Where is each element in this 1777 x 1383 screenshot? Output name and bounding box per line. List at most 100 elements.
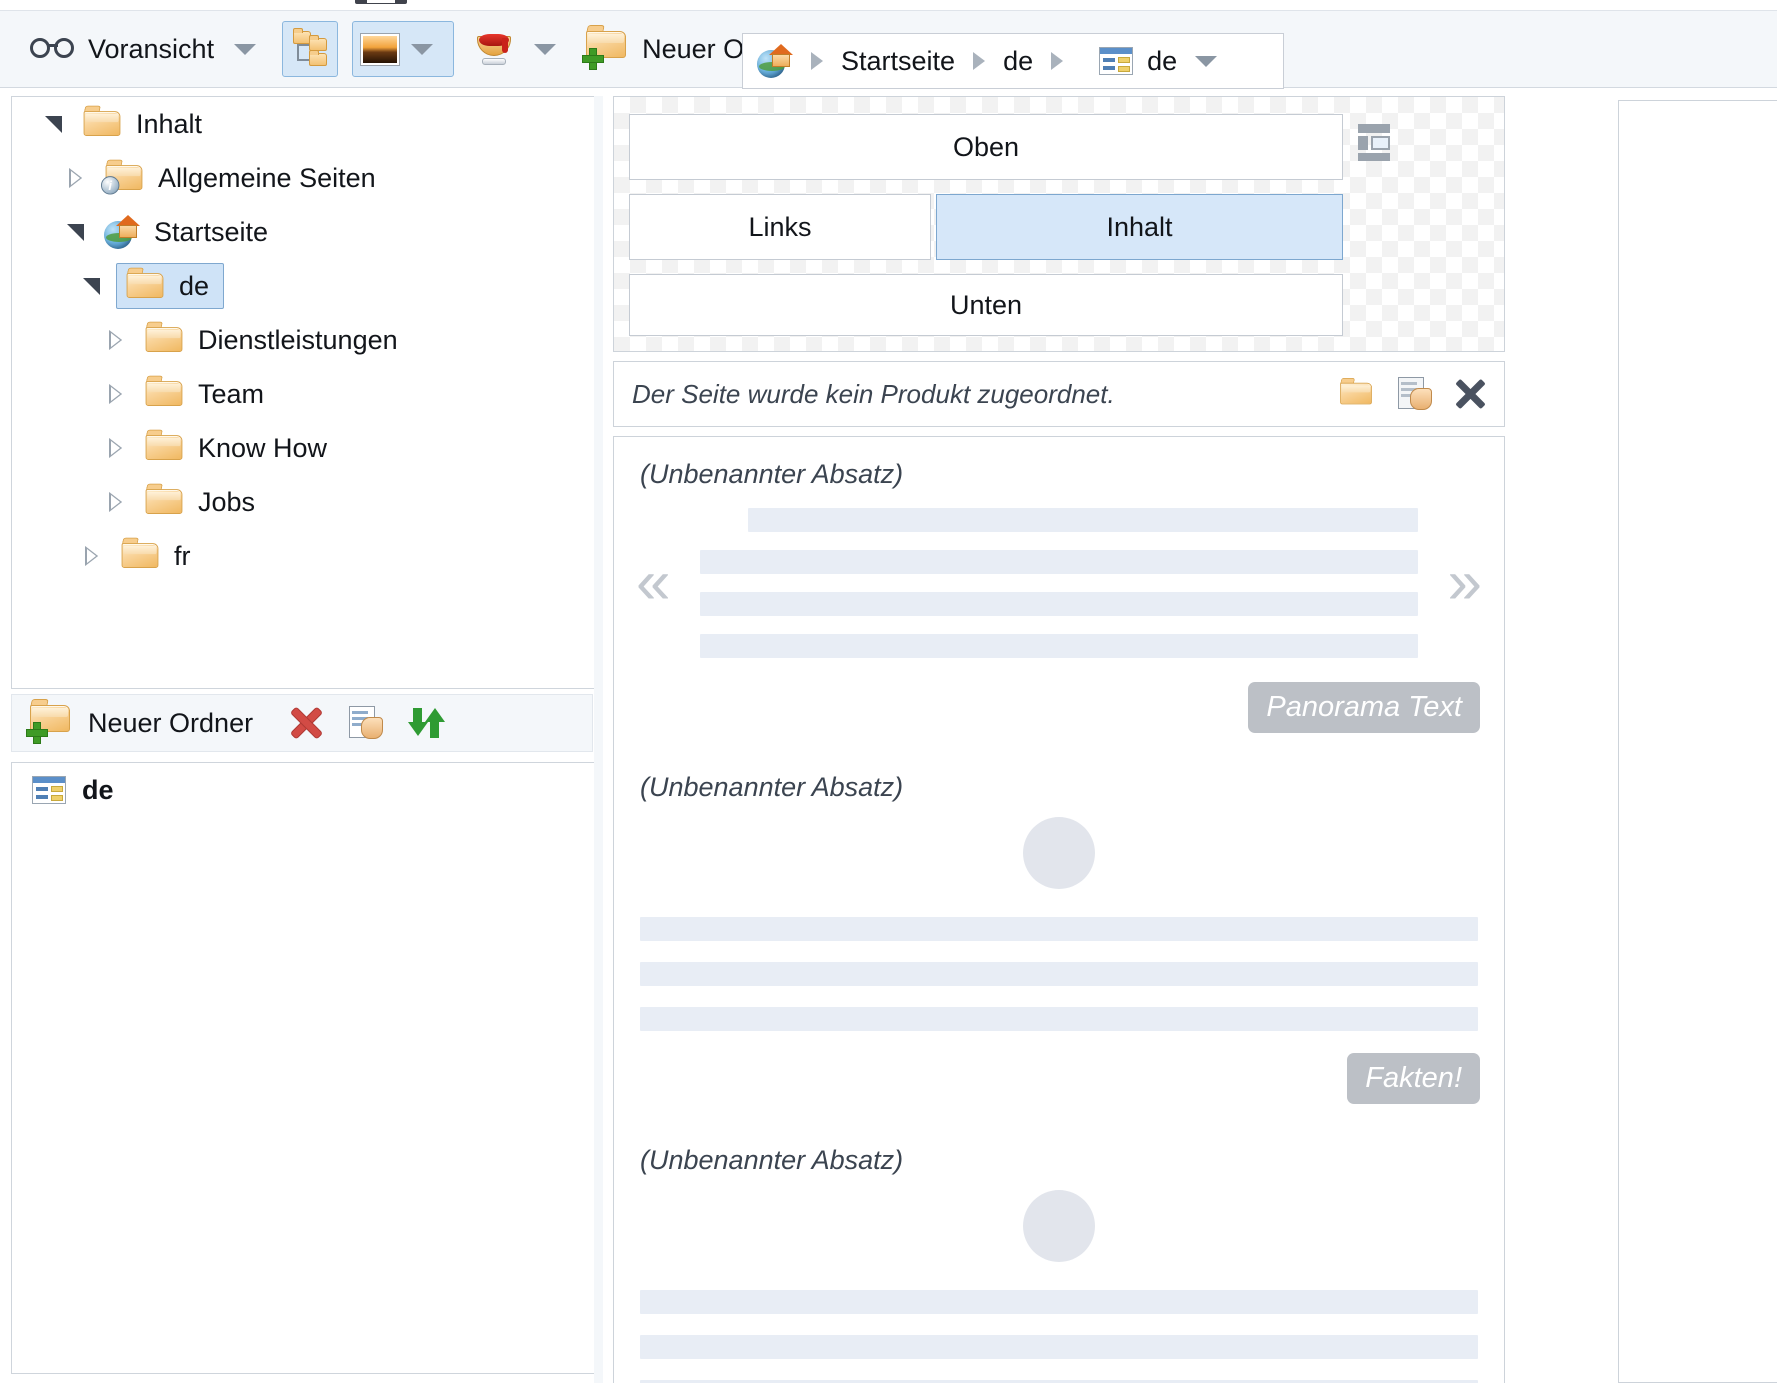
preview-button[interactable]: Voransicht — [24, 20, 220, 78]
paragraph-block[interactable]: (Unbenannter Absatz) « » Panorama Text — [614, 437, 1504, 750]
tree-node-allgemeine-seiten[interactable]: i Allgemeine Seiten — [12, 151, 594, 205]
expander-expanded-icon[interactable] — [60, 217, 90, 247]
tree-node-de[interactable]: de — [12, 259, 594, 313]
layout-region-label: Unten — [949, 289, 1023, 320]
cms-page-editor-window: Voransicht Neuer Ordner Startseite de de… — [0, 0, 1777, 1383]
delete-x-icon[interactable] — [1454, 378, 1486, 410]
tree-node-label: Jobs — [198, 486, 256, 517]
expander-collapsed-icon[interactable] — [100, 487, 130, 517]
picture-icon — [361, 33, 400, 65]
main-toolbar: Voransicht Neuer Ordner Startseite de de — [0, 10, 1777, 89]
info-badge-icon: i — [101, 176, 120, 195]
tree-node-label: fr — [174, 540, 191, 571]
tree-node-selected-highlight[interactable]: de — [116, 263, 225, 309]
breadcrumb-separator-icon — [811, 52, 823, 70]
layout-region-unten[interactable]: Unten — [629, 274, 1343, 336]
edit-touch-icon[interactable] — [349, 706, 384, 740]
tree-node-label: de — [179, 270, 210, 301]
layout-region-inhalt[interactable]: Inhalt — [936, 194, 1343, 260]
skeleton-line — [700, 550, 1418, 574]
tree-node-team[interactable]: Team — [12, 367, 594, 421]
skeleton-lines — [614, 1290, 1504, 1383]
product-message: Der Seite wurde kein Produkt zugeordnet. — [632, 378, 1115, 409]
tree-node-inhalt[interactable]: Inhalt — [12, 97, 594, 151]
tree-node-jobs[interactable]: Jobs — [12, 475, 594, 529]
skeleton-line — [700, 592, 1418, 616]
chevron-double-left-icon[interactable]: « — [636, 552, 670, 614]
expander-expanded-icon[interactable] — [38, 109, 68, 139]
breadcrumb-separator-icon — [1051, 52, 1064, 70]
expander-expanded-icon[interactable] — [76, 271, 106, 301]
delete-x-icon[interactable] — [289, 706, 323, 740]
tree-node-startseite[interactable]: Startseite — [12, 205, 594, 259]
list-item-label: de — [82, 774, 114, 805]
tree-node-label: Know How — [198, 432, 328, 463]
expander-collapsed-icon[interactable] — [100, 325, 130, 355]
breadcrumb-separator-icon — [973, 52, 986, 70]
mini-new-folder-label[interactable]: Neuer Ordner — [88, 708, 253, 739]
preview-dropdown-caret-icon[interactable] — [234, 43, 257, 55]
breadcrumb[interactable]: Startseite de de — [742, 33, 1284, 89]
sort-arrows-icon[interactable] — [407, 706, 446, 740]
layout-region-oben[interactable]: Oben — [629, 114, 1343, 180]
sitemap-icon — [291, 28, 329, 68]
tree-node-know-how[interactable]: Know How — [12, 421, 594, 475]
breadcrumb-current[interactable]: de — [1147, 46, 1177, 77]
expander-collapsed-icon[interactable] — [76, 541, 106, 571]
site-tree-panel[interactable]: Inhalt i Allgemeine Seiten Startseite de — [11, 96, 595, 689]
page-list-icon — [1099, 47, 1134, 75]
folder-icon — [145, 429, 183, 461]
content-column: (Unbenannter Absatz) « » Panorama Text (… — [613, 436, 1505, 1383]
cut-off-top-element-inner — [367, 0, 395, 3]
image-dropdown-caret-icon[interactable] — [411, 43, 434, 55]
skeleton-line — [640, 1335, 1478, 1359]
layout-template-icon[interactable] — [1354, 122, 1394, 162]
paragraph-title: (Unbenannter Absatz) — [640, 1145, 904, 1175]
tree-node-label: Startseite — [154, 216, 269, 247]
tree-node-fr[interactable]: fr — [12, 529, 594, 583]
carousel-widget[interactable]: « » — [614, 508, 1504, 658]
paint-dropdown-caret-icon[interactable] — [534, 43, 557, 55]
folder-plus-icon[interactable] — [26, 699, 74, 744]
paragraph-block[interactable]: (Unbenannter Absatz) Fakten! — [614, 750, 1504, 1123]
layout-region-label: Oben — [952, 131, 1020, 162]
paragraph-block[interactable]: (Unbenannter Absatz) — [614, 1123, 1504, 1383]
right-side-panel[interactable] — [1618, 100, 1777, 1383]
image-toggle-button[interactable] — [352, 21, 455, 77]
folder-icon — [83, 105, 121, 137]
breadcrumb-item-1[interactable]: de — [1003, 46, 1033, 77]
avatar-placeholder — [1023, 817, 1095, 889]
folder-icon — [145, 375, 183, 407]
chevron-down-icon[interactable] — [1195, 55, 1218, 67]
paint-pot-icon — [474, 29, 514, 69]
paragraph-title: (Unbenannter Absatz) — [640, 459, 904, 489]
chevron-double-right-icon[interactable]: » — [1448, 552, 1482, 614]
expander-collapsed-icon[interactable] — [100, 379, 130, 409]
tree-node-label: Inhalt — [136, 108, 203, 139]
folder-icon — [121, 537, 159, 569]
expander-collapsed-icon[interactable] — [60, 163, 90, 193]
status-badge[interactable]: Fakten! — [1347, 1053, 1480, 1104]
paint-button[interactable] — [468, 20, 520, 78]
tree-node-dienstleistungen[interactable]: Dienstleistungen — [12, 313, 594, 367]
folder-icon[interactable] — [1340, 378, 1372, 405]
status-badge[interactable]: Panorama Text — [1248, 682, 1480, 733]
skeleton-lines — [670, 508, 1447, 658]
folder-icon — [145, 483, 183, 515]
expander-collapsed-icon[interactable] — [100, 433, 130, 463]
vertical-splitter[interactable] — [594, 96, 603, 1383]
page-list-panel[interactable]: de — [11, 762, 595, 1374]
list-item[interactable]: de — [12, 763, 594, 817]
edit-touch-icon[interactable] — [1398, 377, 1432, 411]
skeleton-line — [640, 1290, 1478, 1314]
skeleton-lines — [614, 917, 1504, 1031]
layout-region-editor: Oben Links Inhalt Unten — [613, 96, 1505, 352]
layout-region-links[interactable]: Links — [629, 194, 931, 260]
sitemap-toggle-button[interactable] — [282, 21, 339, 77]
skeleton-line — [640, 1007, 1478, 1031]
folder-icon — [126, 267, 164, 299]
globe-home-icon[interactable] — [757, 44, 793, 78]
breadcrumb-item-0[interactable]: Startseite — [841, 46, 955, 77]
layout-region-label: Links — [748, 211, 812, 242]
avatar-placeholder — [1023, 1190, 1095, 1262]
